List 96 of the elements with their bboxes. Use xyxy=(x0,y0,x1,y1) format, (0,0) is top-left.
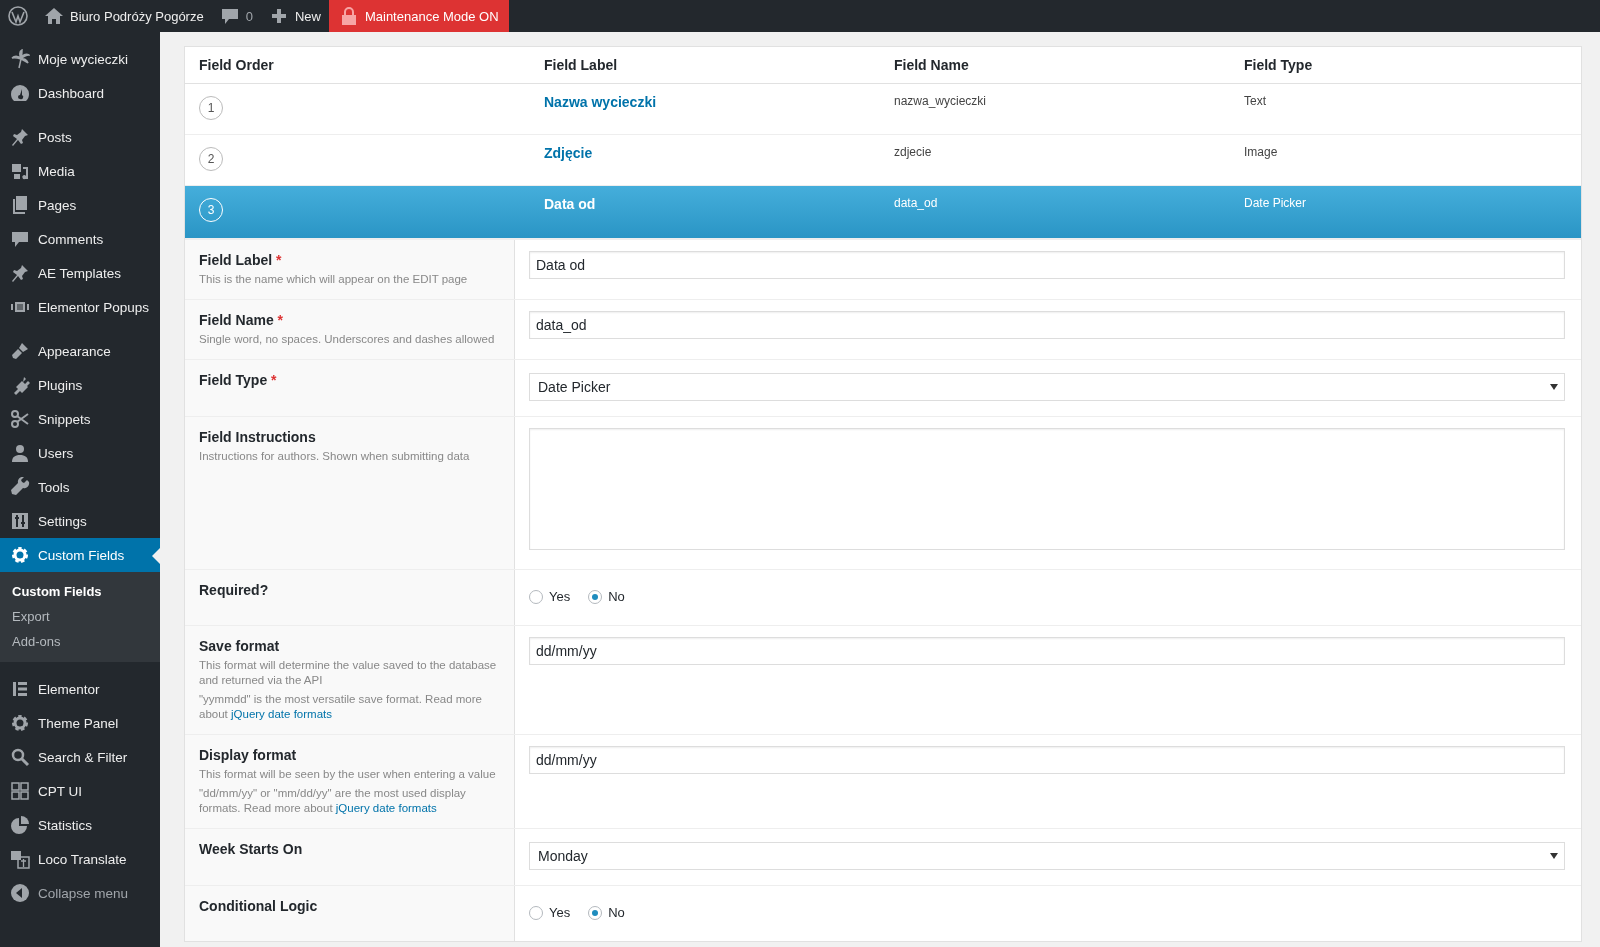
search-icon xyxy=(10,747,30,767)
text-input[interactable]: data_od xyxy=(529,311,1565,339)
gear-icon xyxy=(10,713,30,733)
gauge-icon xyxy=(10,83,30,103)
field-setting-label: Field Type * xyxy=(199,372,278,388)
sidebar-item[interactable]: Loco Translate xyxy=(0,842,160,876)
arrow-left-icon xyxy=(10,883,30,903)
text-input[interactable]: dd/mm/yy xyxy=(529,637,1565,665)
field-setting-label: Display format xyxy=(199,747,298,763)
radio-label[interactable]: Yes xyxy=(549,589,571,604)
sidebar-item[interactable]: CPT UI xyxy=(0,774,160,808)
palm-tree-icon xyxy=(10,49,30,69)
sidebar-item[interactable]: AE Templates xyxy=(0,256,160,290)
field-setting-label: Week Starts On xyxy=(199,841,304,857)
sidebar-item[interactable]: Statistics xyxy=(0,808,160,842)
text-input[interactable]: Data od xyxy=(529,251,1565,279)
pages-icon xyxy=(10,195,30,215)
sidebar-item[interactable]: Snippets xyxy=(0,402,160,436)
field-instructions: This format will determine the value saved to the database and returned via the API xyxy=(199,658,498,688)
sidebar-item[interactable]: Media xyxy=(0,154,160,188)
gear-icon xyxy=(10,545,30,565)
table-cell-text: Text xyxy=(1244,94,1267,108)
field-setting-label: Field Label * xyxy=(199,252,283,268)
submenu-item[interactable]: Add-ons xyxy=(0,629,160,654)
pin-icon xyxy=(10,127,30,147)
radio-label[interactable]: No xyxy=(608,905,625,920)
caret-icon xyxy=(1550,853,1558,859)
user-icon xyxy=(10,443,30,463)
sidebar-item[interactable]: Custom Fields xyxy=(0,538,160,572)
comment-icon xyxy=(219,6,240,26)
comment-count[interactable]: 0 xyxy=(245,8,253,24)
sidebar-item[interactable]: Collapse menu xyxy=(0,876,160,910)
list-icon xyxy=(10,679,30,699)
translate-icon xyxy=(10,849,30,869)
column-header: Field Type xyxy=(1244,57,1314,73)
sidebar-item[interactable]: Moje wycieczki xyxy=(0,42,160,76)
field-setting-label: Required? xyxy=(199,582,270,598)
table-cell-text: nazwa_wycieczki xyxy=(894,94,988,108)
sidebar-item[interactable]: Comments xyxy=(0,222,160,256)
sidebar-item[interactable]: Elementor xyxy=(0,672,160,706)
caret-icon xyxy=(1550,384,1558,390)
field-instructions: This is the name which will appear on the EDIT page xyxy=(199,272,469,287)
sidebar-item[interactable]: Tools xyxy=(0,470,160,504)
table-cell-text: zdjecie xyxy=(894,145,933,159)
site-name-link[interactable]: Biuro Podróży Pogórze xyxy=(70,8,204,24)
field-setting-label: Field Instructions xyxy=(199,429,317,445)
column-header: Field Order xyxy=(199,57,275,73)
grid-icon xyxy=(10,781,30,801)
submenu-item[interactable]: Custom Fields xyxy=(0,579,160,604)
textarea-field[interactable] xyxy=(529,428,1565,550)
wrench-icon xyxy=(10,477,30,497)
wordpress-logo-icon[interactable] xyxy=(8,6,28,26)
comment-icon xyxy=(10,229,30,249)
jquery-date-formats-link[interactable]: jQuery date formats xyxy=(231,708,332,720)
sidebar-item[interactable]: Search & Filter xyxy=(0,740,160,774)
field-label-link[interactable]: Zdjęcie xyxy=(544,145,894,161)
submenu-item[interactable]: Export xyxy=(0,604,160,629)
radio-label[interactable]: Yes xyxy=(549,905,571,920)
field-instructions: This format will be seen by the user when entering a value xyxy=(199,767,497,782)
new-link[interactable]: New xyxy=(294,8,321,24)
select-field[interactable]: Date Picker xyxy=(529,373,1565,401)
sidebar-item[interactable]: Dashboard xyxy=(0,76,160,110)
jquery-date-formats-link[interactable]: jQuery date formats xyxy=(335,802,437,814)
field-instructions: "yymmdd" is the most versatile save format. Read more about jQuery date formats xyxy=(199,692,483,722)
sidebar-item[interactable]: Posts xyxy=(0,120,160,154)
column-header: Field Label xyxy=(544,57,619,73)
sidebar-item[interactable]: Pages xyxy=(0,188,160,222)
table-cell-text: data_od xyxy=(894,196,939,210)
text-input[interactable]: dd/mm/yy xyxy=(529,746,1565,774)
sidebar-item[interactable]: Settings xyxy=(0,504,160,538)
column-header: Field Name xyxy=(894,57,970,73)
sidebar-item[interactable]: Plugins xyxy=(0,368,160,402)
pin-icon xyxy=(10,263,30,283)
sidebar-item[interactable]: Elementor Popups xyxy=(0,290,160,324)
radio-label[interactable]: No xyxy=(608,589,625,604)
field-instructions: "dd/mm/yy" or "mm/dd/yy" are the most used display formats. Read more about jQuery date formats xyxy=(199,786,467,816)
table-cell-text: Image xyxy=(1244,145,1279,159)
home-icon xyxy=(44,6,64,26)
media-icon xyxy=(10,161,30,181)
pie-chart-icon xyxy=(10,815,30,835)
field-setting-label: Conditional Logic xyxy=(199,898,319,914)
field-row[interactable]: 1 Nazwa wycieczki nazwa_wycieczki Text xyxy=(185,84,1581,135)
sidebar-item[interactable]: Appearance xyxy=(0,334,160,368)
sidebar-item[interactable]: Users xyxy=(0,436,160,470)
brush-icon xyxy=(10,341,30,361)
field-instructions: Instructions for authors. Shown when submitting data xyxy=(199,449,471,464)
field-instructions: Single word, no spaces. Underscores and dashes allowed xyxy=(199,332,496,347)
field-setting-label: Field Name * xyxy=(199,312,285,328)
scissors-icon xyxy=(10,409,30,429)
field-setting-label: Save format xyxy=(199,638,281,654)
table-cell-text: Date Picker xyxy=(1244,196,1308,210)
maintenance-mode-button[interactable]: Maintenance Mode ON xyxy=(328,0,509,32)
sliders-icon xyxy=(10,511,30,531)
field-label-link[interactable]: Nazwa wycieczki xyxy=(544,94,894,110)
sidebar-item[interactable]: Theme Panel xyxy=(0,706,160,740)
select-field[interactable]: Monday xyxy=(529,842,1565,870)
